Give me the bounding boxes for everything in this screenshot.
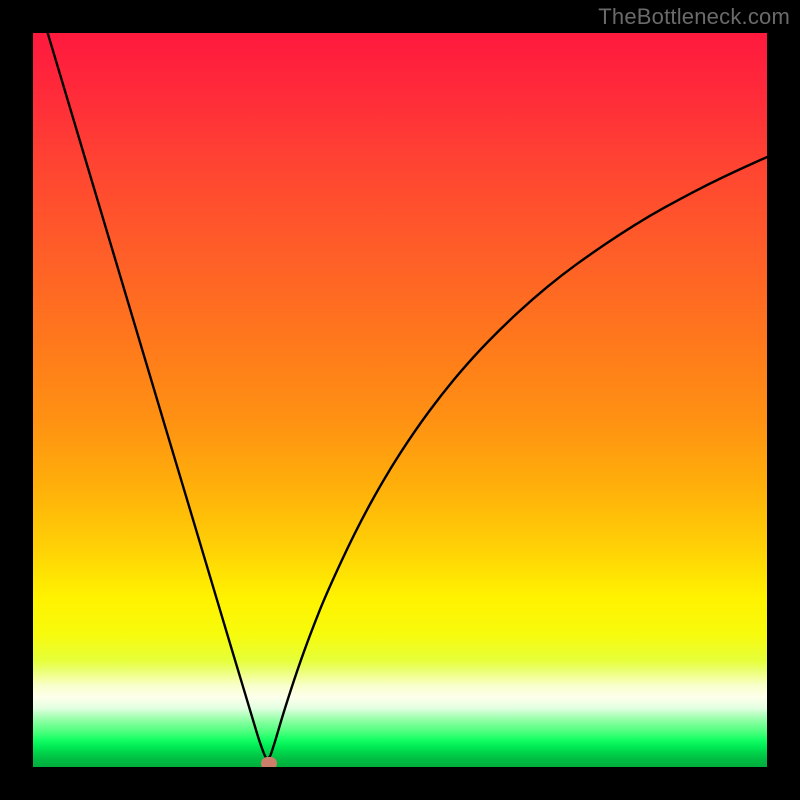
watermark-text: TheBottleneck.com bbox=[598, 4, 790, 30]
bottleneck-curve bbox=[33, 33, 767, 767]
optimum-marker bbox=[261, 757, 277, 767]
chart-frame: TheBottleneck.com bbox=[0, 0, 800, 800]
plot-area bbox=[33, 33, 767, 767]
